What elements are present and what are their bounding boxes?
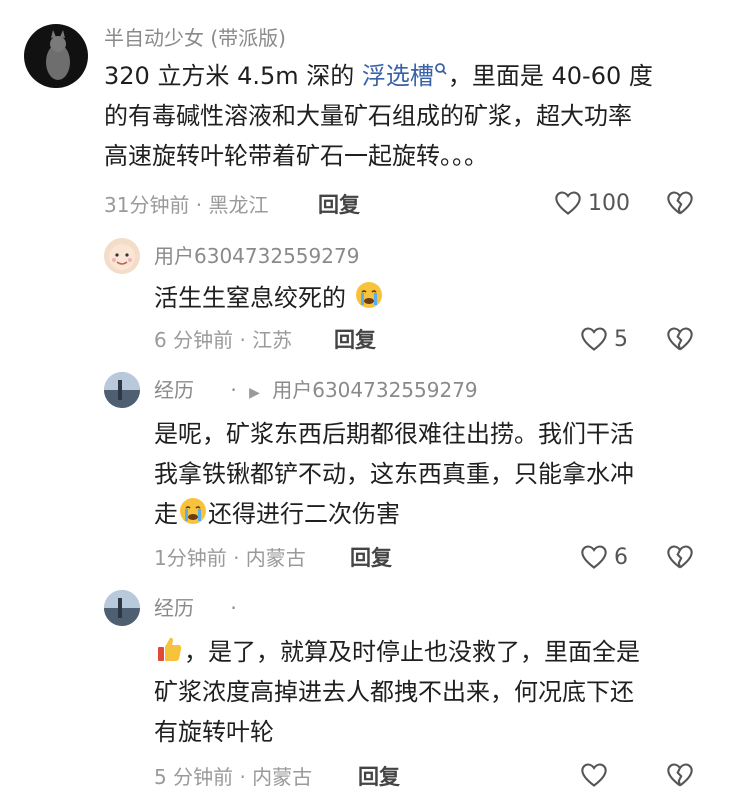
avatar[interactable] (104, 590, 140, 626)
author-name[interactable]: 用户6304732559279 (154, 244, 359, 268)
author-label[interactable]: 经历 (154, 378, 194, 402)
text-line: 我拿铁锹都铲不动，这东西真重，只能拿水冲 (154, 460, 634, 488)
dislike-button[interactable] (666, 190, 694, 220)
thumbs-up-icon (158, 637, 182, 661)
broken-heart-icon (667, 545, 693, 569)
text-line: 是呢，矿浆东西后期都很难往出捞。我们干活 (154, 420, 634, 448)
broken-heart-icon (667, 191, 693, 215)
link-text[interactable]: 浮选槽 (362, 62, 434, 90)
reply-button[interactable]: 回复 (350, 546, 392, 570)
text-segment: ，里面是 40-60 度 (447, 62, 653, 90)
avatar[interactable] (24, 24, 88, 88)
like-button[interactable] (580, 762, 608, 788)
comment-text: ，是了，就算及时停止也没救了，里面全是 矿浆浓度高掉进去人都拽不出来，何况底下还… (154, 632, 724, 752)
dislike-button[interactable] (666, 326, 694, 356)
broken-heart-icon (667, 327, 693, 351)
separator-dot: · (230, 596, 237, 620)
comment-text: 活生生窒息绞死的 (154, 278, 714, 318)
like-count: 100 (588, 190, 630, 216)
text-line: 有旋转叶轮 (154, 718, 274, 746)
reply-button[interactable]: 回复 (318, 193, 360, 217)
like-count: 5 (614, 326, 628, 352)
crying-face-icon (180, 498, 206, 524)
like-button[interactable]: 6 (580, 544, 628, 570)
timestamp-location: 5 分钟前 · 内蒙古 (154, 765, 313, 789)
author-name[interactable]: 经历 · (154, 596, 237, 620)
comment-text: 是呢，矿浆东西后期都很难往出捞。我们干活 我拿铁锹都铲不动，这东西真重，只能拿水… (154, 414, 724, 534)
search-icon[interactable] (434, 62, 448, 76)
text-line: 高速旋转叶轮带着矿石一起旋转。。。 (104, 142, 488, 170)
like-button[interactable]: 5 (580, 326, 628, 352)
author-name[interactable]: 半自动少女 (带派版) (104, 26, 286, 50)
timestamp-location: 6 分钟前 · 江苏 (154, 328, 293, 352)
timestamp-location: 1分钟前 · 内蒙古 (154, 546, 306, 570)
crying-face-icon (355, 282, 382, 308)
reply-to-user[interactable]: 用户6304732559279 (272, 378, 477, 402)
dislike-button[interactable] (666, 762, 694, 792)
author-name[interactable]: 经历 · ▶ 用户6304732559279 (154, 378, 478, 405)
reply-button[interactable]: 回复 (334, 328, 376, 352)
comment-text: 320 立方米 4.5m 深的 浮选槽 ，里面是 40-60 度 的有毒碱性溶液和… (104, 56, 724, 176)
reply-arrow-icon: ▶ (249, 385, 260, 401)
landscape-avatar-icon (104, 590, 140, 626)
text-segment: 320 立方米 4.5m 深的 (104, 62, 362, 90)
dislike-button[interactable] (666, 544, 694, 574)
heart-icon (581, 545, 607, 569)
heart-icon (581, 327, 607, 351)
text-segment: ，是了，就算及时停止也没救了，里面全是 (184, 638, 640, 666)
heart-icon (581, 763, 607, 787)
broken-heart-icon (667, 763, 693, 787)
text-line: 的有毒碱性溶液和大量矿石组成的矿浆，超大功率 (104, 102, 632, 130)
avatar[interactable] (104, 372, 140, 408)
heart-icon (555, 191, 581, 215)
cat-avatar-icon (46, 30, 70, 80)
avatar[interactable] (104, 238, 140, 274)
search-link[interactable]: 浮选槽 (362, 62, 448, 90)
like-button[interactable]: 100 (554, 190, 630, 216)
separator-dot: · (230, 378, 237, 402)
like-count: 6 (614, 544, 628, 570)
text-segment: 走 (154, 500, 178, 528)
text-segment: 还得进行二次伤害 (208, 500, 400, 528)
timestamp-location: 31分钟前 · 黑龙江 (104, 193, 269, 217)
landscape-avatar-icon (104, 372, 140, 408)
text-segment: 活生生窒息绞死的 (154, 284, 346, 312)
reply-button[interactable]: 回复 (358, 765, 400, 789)
text-line: 矿浆浓度高掉进去人都拽不出来，何况底下还 (154, 678, 634, 706)
author-label[interactable]: 经历 (154, 596, 194, 620)
baby-face-icon (109, 244, 135, 270)
